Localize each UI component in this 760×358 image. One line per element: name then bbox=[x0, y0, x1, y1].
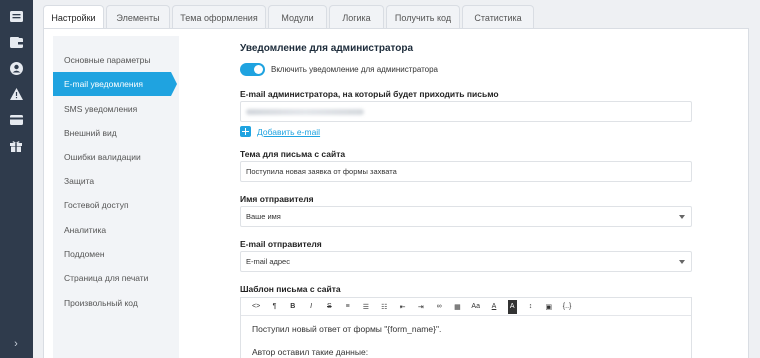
credit-card-icon[interactable] bbox=[9, 113, 23, 127]
toggle-knob bbox=[254, 65, 263, 74]
sender-name-value: Ваше имя bbox=[246, 212, 281, 221]
editor-toolbar: <> ¶ B I S ≡ ☰ ☷ ⇤ ⇥ ∞ ▦ Aa A A ↕ ▣ {..} bbox=[241, 298, 691, 316]
gift-icon[interactable] bbox=[9, 139, 23, 153]
sender-name-select[interactable]: Ваше имя bbox=[240, 206, 692, 227]
editor-line: Поступил новый ответ от формы "{form_nam… bbox=[252, 324, 442, 334]
code-view-icon[interactable]: <> bbox=[247, 300, 265, 314]
app-rail: › bbox=[0, 0, 33, 358]
align-left-icon[interactable]: ≡ bbox=[338, 300, 356, 314]
wallet-icon[interactable] bbox=[9, 35, 23, 49]
editor-body[interactable]: Поступил новый ответ от формы "{form_nam… bbox=[241, 316, 691, 358]
tab-settings[interactable]: Настройки bbox=[43, 5, 104, 30]
tab-bar: Настройки Элементы Тема оформления Модул… bbox=[43, 5, 536, 30]
plus-icon bbox=[240, 126, 251, 137]
bullet-list-icon[interactable]: ☰ bbox=[357, 300, 375, 314]
sidebar-item-print-page[interactable]: Страница для печати bbox=[53, 266, 179, 290]
font-size-icon[interactable]: Aa bbox=[467, 300, 485, 314]
table-icon[interactable]: ▦ bbox=[448, 300, 466, 314]
admin-notify-toggle[interactable] bbox=[240, 63, 265, 76]
sidebar-item-appearance[interactable]: Внешний вид bbox=[53, 121, 179, 145]
chevron-right-icon[interactable]: › bbox=[10, 338, 22, 350]
chevron-down-icon bbox=[679, 215, 685, 219]
sidebar-item-analytics[interactable]: Аналитика bbox=[53, 218, 179, 242]
background-color-icon[interactable]: A bbox=[507, 299, 517, 314]
subject-value: Поступила новая заявка от формы захвата bbox=[246, 167, 397, 176]
indent-icon[interactable]: ⇥ bbox=[412, 300, 430, 314]
variables-icon[interactable]: {..} bbox=[558, 300, 576, 314]
admin-email-field[interactable] bbox=[240, 101, 692, 122]
template-editor[interactable]: <> ¶ B I S ≡ ☰ ☷ ⇤ ⇥ ∞ ▦ Aa A A ↕ ▣ {..} Поступил новый о… bbox=[240, 297, 692, 358]
sidebar-item-protection[interactable]: Защита bbox=[53, 169, 179, 193]
add-email-label: Добавить e-mail bbox=[257, 126, 321, 137]
tab-get-code[interactable]: Получить код bbox=[386, 5, 460, 29]
sidebar-item-email-notifications[interactable]: E-mail уведомления bbox=[53, 72, 171, 96]
sidebar-item-subdomain[interactable]: Поддомен bbox=[53, 242, 179, 266]
redacted-email bbox=[246, 108, 364, 115]
subject-label: Тема для письма с сайта bbox=[240, 149, 346, 159]
tab-elements[interactable]: Элементы bbox=[106, 5, 170, 29]
list-icon[interactable] bbox=[9, 9, 23, 23]
bold-icon[interactable]: B bbox=[284, 300, 302, 314]
template-label: Шаблон письма с сайта bbox=[240, 284, 341, 294]
sidebar-item-validation[interactable]: Ошибки валидации bbox=[53, 145, 179, 169]
italic-icon[interactable]: I bbox=[302, 300, 320, 314]
sender-email-value: E-mail адрес bbox=[246, 257, 290, 266]
paragraph-icon[interactable]: ¶ bbox=[265, 300, 283, 314]
outdent-icon[interactable]: ⇤ bbox=[393, 300, 411, 314]
tab-modules[interactable]: Модули bbox=[268, 5, 327, 29]
toggle-label: Включить уведомление для администратора bbox=[271, 65, 439, 74]
warning-icon[interactable] bbox=[9, 87, 23, 101]
add-email-button[interactable]: Добавить e-mail bbox=[240, 126, 320, 137]
sidebar-item-custom-code[interactable]: Произвольный код bbox=[53, 291, 179, 315]
tab-theme[interactable]: Тема оформления bbox=[172, 5, 266, 29]
settings-panel: Основные параметры E-mail уведомления SM… bbox=[43, 28, 749, 358]
line-height-icon[interactable]: ↕ bbox=[521, 300, 539, 314]
numbered-list-icon[interactable]: ☷ bbox=[375, 300, 393, 314]
image-icon[interactable]: ▣ bbox=[540, 300, 558, 314]
settings-sidebar: Основные параметры E-mail уведомления SM… bbox=[53, 36, 179, 358]
sidebar-item-sms[interactable]: SMS уведомления bbox=[53, 97, 179, 121]
sender-email-label: E-mail отправителя bbox=[240, 239, 322, 249]
tab-logic[interactable]: Логика bbox=[329, 5, 384, 29]
user-circle-icon[interactable] bbox=[9, 61, 23, 75]
sidebar-item-guest-access[interactable]: Гостевой доступ bbox=[53, 193, 179, 217]
section-title: Уведомление для администратора bbox=[240, 43, 414, 54]
link-icon[interactable]: ∞ bbox=[430, 300, 448, 314]
editor-line: Автор оставил такие данные: bbox=[252, 347, 369, 357]
sidebar-item-basic[interactable]: Основные параметры bbox=[53, 48, 179, 72]
chevron-down-icon bbox=[679, 260, 685, 264]
sender-email-select[interactable]: E-mail адрес bbox=[240, 251, 692, 272]
subject-field[interactable]: Поступила новая заявка от формы захвата bbox=[240, 161, 692, 182]
sender-name-label: Имя отправителя bbox=[240, 194, 314, 204]
active-indicator bbox=[171, 72, 177, 96]
font-color-icon[interactable]: A bbox=[485, 300, 503, 314]
strikethrough-icon[interactable]: S bbox=[320, 300, 338, 314]
tab-statistics[interactable]: Статистика bbox=[462, 5, 534, 29]
admin-email-label: E-mail администратора, на который будет … bbox=[240, 89, 499, 99]
